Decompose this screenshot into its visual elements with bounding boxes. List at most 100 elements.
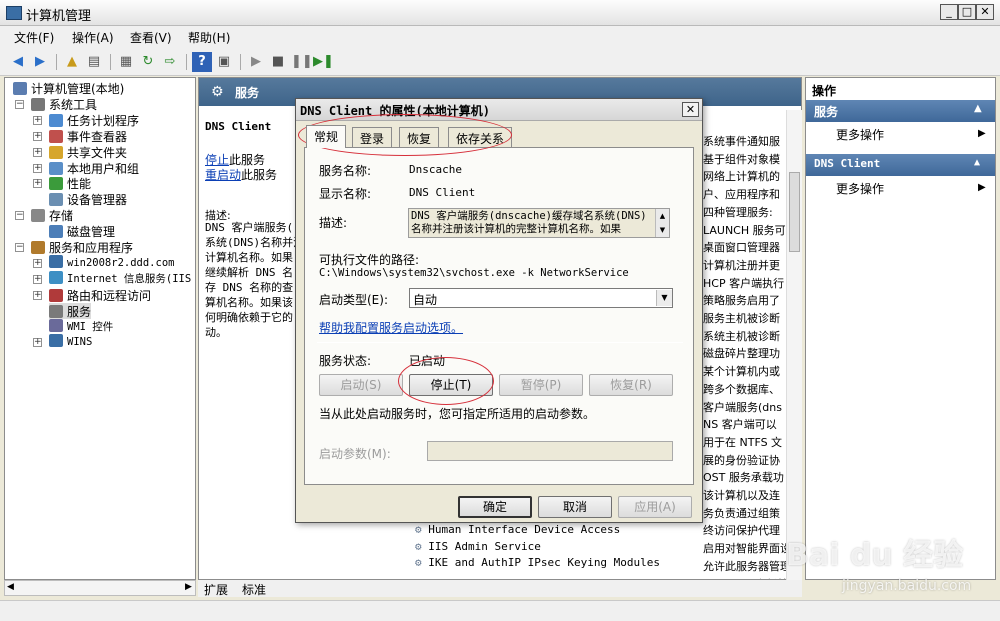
restart-service-suffix: 此服务 — [241, 168, 278, 182]
cancel-button[interactable]: 取消 — [538, 496, 612, 518]
tree-item-label: 事件查看器 — [67, 129, 128, 144]
tree-item[interactable]: 事件查看器 — [49, 128, 127, 144]
tree-expander[interactable]: + — [33, 274, 42, 284]
apply-button[interactable]: 应用(A) — [618, 496, 692, 518]
menu-action[interactable]: 操作(A) — [72, 29, 114, 46]
menu-view[interactable]: 查看(V) — [130, 29, 172, 46]
tree-expander[interactable]: + — [33, 147, 42, 157]
close-button[interactable]: ✕ — [976, 4, 994, 20]
services-vertical-scrollbar[interactable] — [786, 110, 802, 580]
help-configure-link[interactable]: 帮助我配置服务启动选项。 — [319, 319, 463, 336]
forward-icon[interactable]: ▶ — [30, 52, 50, 72]
properties-icon[interactable]: ▦ — [116, 52, 136, 72]
tree-expander[interactable]: + — [33, 258, 42, 268]
show-action-pane-icon[interactable]: ▣ — [214, 52, 234, 72]
start-params-input[interactable] — [427, 441, 673, 461]
actions-group-dns-client[interactable]: DNS Client ▲ — [806, 154, 995, 176]
description-textbox[interactable]: DNS 客户端服务(dnscache)缓存域名系统(DNS)名称并注册该计算机的… — [408, 208, 670, 238]
tab-dependencies[interactable]: 依存关系 — [448, 127, 513, 147]
window-title-bar: 计算机管理 _ □ ✕ — [0, 0, 1000, 26]
tree-item[interactable]: 系统工具 — [31, 96, 97, 112]
tree-item[interactable]: win2008r2.ddd.com — [49, 254, 174, 271]
tree-item[interactable]: 共享文件夹 — [49, 144, 127, 160]
service-name-label: 服务名称: — [319, 164, 372, 178]
actions-group-services[interactable]: 服务 ▲ — [806, 100, 995, 122]
ok-button[interactable]: 确定 — [458, 496, 532, 518]
table-row[interactable]: ⚙ Human Interface Device Access — [415, 522, 660, 539]
show-tree-icon[interactable]: ▤ — [84, 52, 104, 72]
start-service-icon[interactable]: ▶ — [246, 52, 266, 72]
description-scrollbar[interactable]: ▲ ▼ — [655, 209, 669, 237]
status-bar — [0, 600, 1000, 621]
tree-item[interactable]: 性能 — [49, 175, 91, 191]
pause-service-icon[interactable]: ❚❚ — [290, 52, 313, 72]
computer-icon — [13, 82, 27, 95]
tree-item[interactable]: 本地用户和组 — [49, 160, 139, 176]
tree-expander[interactable]: − — [15, 243, 24, 252]
tree-expander[interactable]: − — [15, 99, 24, 109]
start-params-label: 启动参数(M): — [319, 447, 391, 461]
restart-service-link[interactable]: 重启动 — [205, 168, 241, 182]
tree-expander[interactable]: + — [33, 179, 42, 189]
tab-recovery[interactable]: 恢复 — [399, 127, 440, 147]
restart-service-icon[interactable]: ▶❚ — [312, 52, 334, 72]
tree-expander[interactable]: + — [33, 290, 42, 300]
tree-expander[interactable]: + — [33, 115, 42, 125]
tree-item[interactable]: 磁盘管理 — [49, 223, 115, 239]
tree-item[interactable]: 路由和远程访问 — [49, 287, 151, 303]
scrollbar-thumb[interactable] — [789, 172, 800, 252]
console-tree: 计算机管理(本地) − 系统工具 + 任务计划程序 + 事件查看器 + 共享文件夹 + 本地用户和组… — [4, 77, 196, 580]
start-button[interactable]: 启动(S) — [319, 374, 403, 396]
startup-type-select[interactable]: 自动 ▼ — [409, 288, 673, 308]
tab-extended[interactable]: 扩展 — [204, 581, 228, 598]
users-icon — [49, 161, 63, 175]
table-row[interactable]: ⚙ IKE and AuthIP IPsec Keying Modules — [415, 555, 660, 572]
tree-expander[interactable]: − — [15, 211, 24, 221]
tree-item[interactable]: WMI 控件 — [49, 318, 113, 335]
table-row[interactable]: ⚙ IIS Admin Service — [415, 539, 660, 556]
help-icon[interactable]: ? — [192, 52, 212, 72]
services-header-title: 服务 — [235, 86, 260, 100]
tree-expander[interactable]: + — [33, 338, 42, 348]
minimize-button[interactable]: _ — [940, 4, 958, 20]
description-line: 存 DNS 名称的查 — [205, 281, 294, 294]
tab-general[interactable]: 常规 — [306, 125, 347, 148]
apps-icon — [31, 241, 45, 254]
tree-horizontal-scrollbar[interactable]: ◀ ▶ — [4, 580, 196, 596]
tree-item[interactable]: 服务 — [49, 302, 92, 319]
back-icon[interactable]: ◀ — [8, 52, 28, 72]
wins-icon — [49, 334, 63, 348]
tab-standard[interactable]: 标准 — [242, 581, 266, 598]
tree-item[interactable]: WINS — [49, 334, 92, 350]
tree-item-label: 共享文件夹 — [67, 145, 128, 160]
stop-service-icon[interactable]: ■ — [268, 52, 288, 72]
more-actions-dns-client[interactable]: 更多操作 — [836, 180, 884, 197]
refresh-icon[interactable]: ↻ — [138, 52, 158, 72]
stop-service-link[interactable]: 停止 — [205, 153, 229, 167]
collapse-icon[interactable]: ▲ — [974, 103, 982, 114]
collapse-icon[interactable]: ▲ — [974, 157, 980, 168]
stop-button[interactable]: 停止(T) — [409, 374, 493, 396]
tree-item[interactable]: 存储 — [31, 207, 73, 223]
tools-icon — [31, 97, 45, 111]
watermark-brand: Bai du 经验 — [786, 538, 964, 573]
up-folder-icon[interactable]: ▲ — [62, 52, 82, 72]
tree-expander[interactable]: + — [33, 131, 42, 141]
tree-item[interactable]: 计算机管理(本地) — [13, 80, 124, 96]
tree-expander[interactable]: + — [33, 163, 42, 173]
tree-item[interactable]: Internet 信息服务(IIS — [49, 270, 191, 287]
tree-item[interactable]: 服务和应用程序 — [31, 239, 133, 255]
tab-logon[interactable]: 登录 — [352, 127, 393, 147]
export-list-icon[interactable]: ⇨ — [160, 52, 180, 72]
maximize-button[interactable]: □ — [958, 4, 976, 20]
dialog-close-icon[interactable]: ✕ — [682, 102, 699, 117]
clock-icon — [49, 113, 63, 127]
pause-button[interactable]: 暂停(P) — [499, 374, 583, 396]
more-actions-services[interactable]: 更多操作 — [836, 126, 884, 143]
menu-help[interactable]: 帮助(H) — [188, 29, 230, 46]
resume-button[interactable]: 恢复(R) — [589, 374, 673, 396]
chevron-down-icon[interactable]: ▼ — [656, 290, 672, 306]
tree-item[interactable]: 设备管理器 — [49, 191, 127, 207]
menu-file[interactable]: 文件(F) — [14, 29, 54, 46]
tree-item[interactable]: 任务计划程序 — [49, 112, 139, 128]
